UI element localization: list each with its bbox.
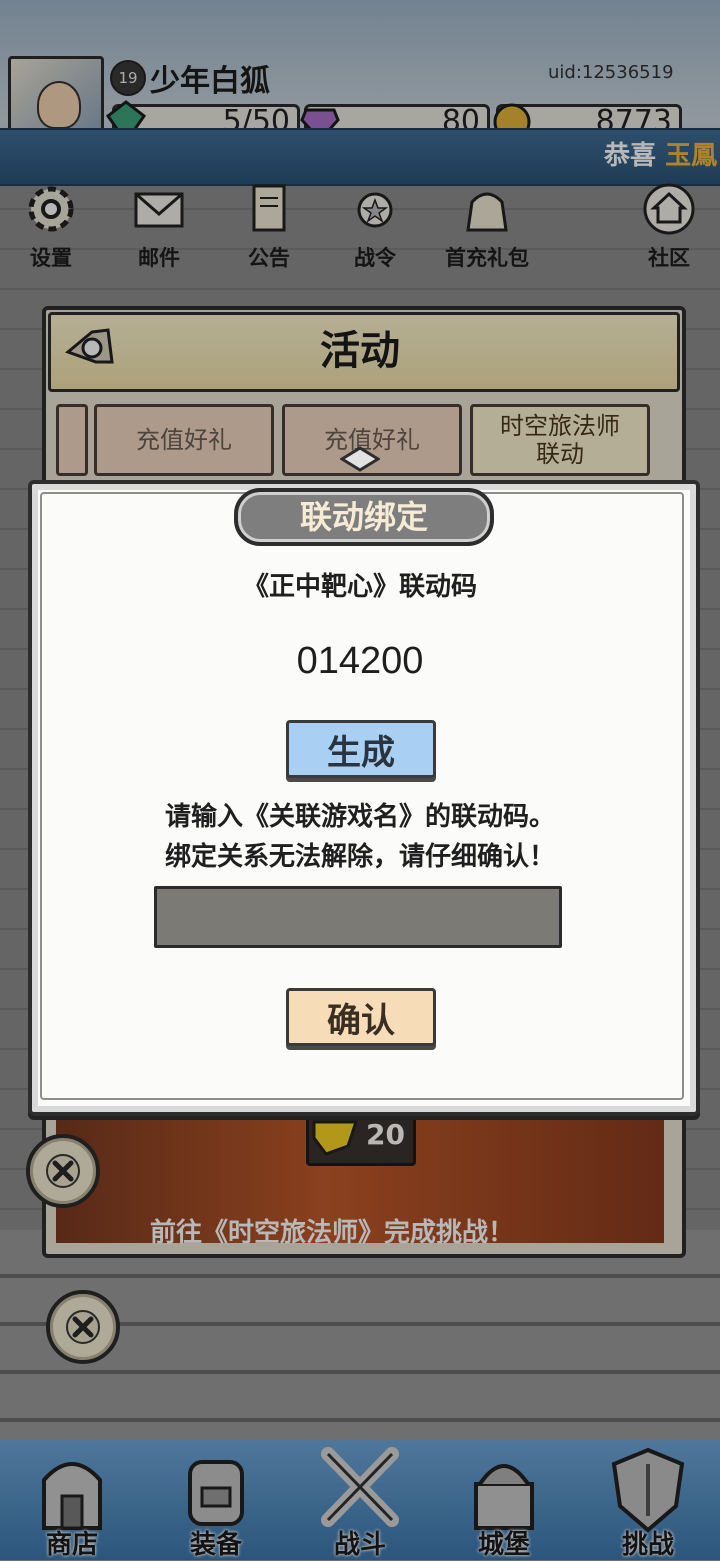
link-code-value: 014200 bbox=[296, 640, 424, 682]
instruction-line-1: 请输入《关联游戏名》的联动码。 bbox=[164, 802, 555, 832]
generate-button[interactable]: 生成 bbox=[286, 720, 436, 778]
instruction-line-2: 绑定关系无法解除，请仔细确认！ bbox=[164, 842, 555, 872]
link-code-label: 《正中靶心》联动码 bbox=[242, 572, 477, 602]
bind-dialog-title: 联动绑定 bbox=[299, 498, 428, 536]
link-code-input[interactable] bbox=[154, 886, 562, 948]
dialog-ornament-icon bbox=[340, 446, 380, 472]
confirm-button[interactable]: 确认 bbox=[286, 988, 436, 1046]
